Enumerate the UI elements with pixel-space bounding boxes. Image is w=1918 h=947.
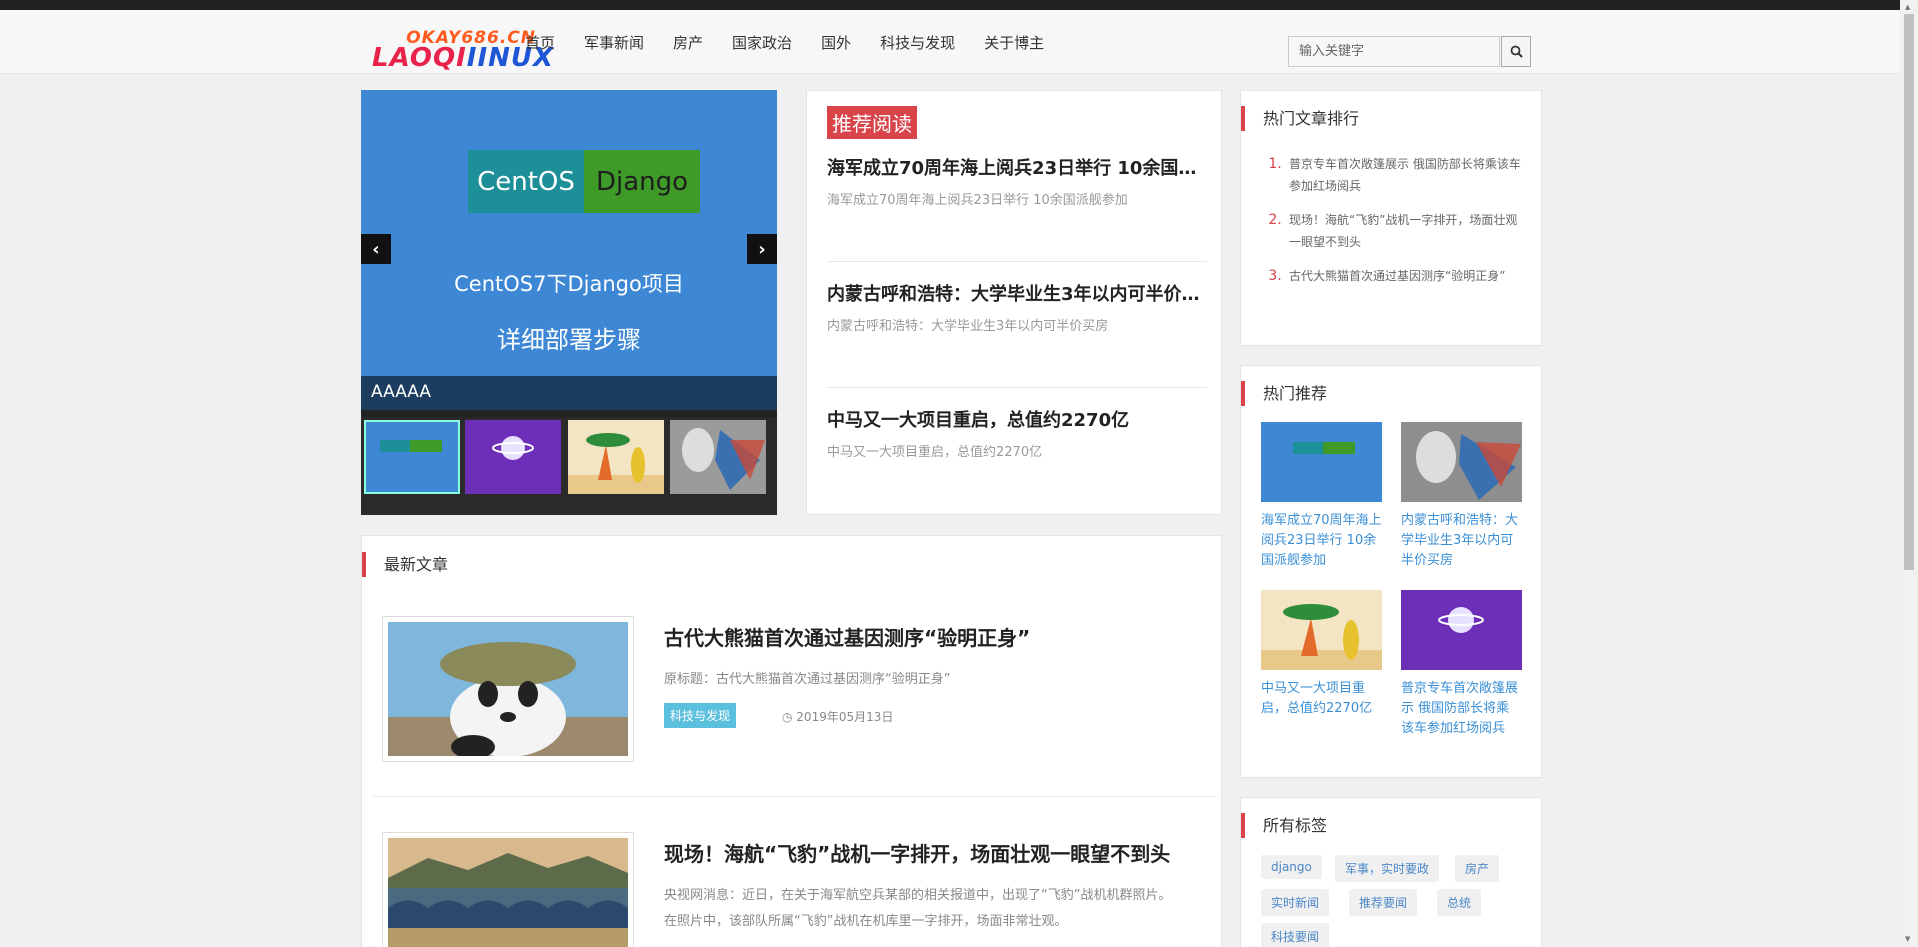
recommend-item-summary: 中马又一大项目重启，总值约2270亿 (827, 445, 1043, 460)
article-desc: 央视网消息：近日，在关于海军航空兵某部的相关报道中，出现了“飞豹”战机机群照片。… (664, 888, 1172, 929)
tag-link[interactable]: 总统 (1437, 889, 1482, 916)
recommend-item[interactable]: 海军成立70周年海上阅兵23日举行 10余国派舰参加 海军成立70周年海上阅兵2… (827, 154, 1207, 208)
search-icon (1510, 45, 1523, 58)
recommend-tag: 推荐阅读 (827, 106, 917, 139)
tag-link[interactable]: 军事，实时要政 (1335, 855, 1440, 882)
hotrec-caption[interactable]: 普京专车首次敞篷展示 俄国防部长将乘该车参加红场阅兵 (1401, 679, 1522, 739)
nav-home[interactable]: 首页 (525, 32, 555, 53)
article-thumbnail[interactable] (382, 616, 634, 762)
panda-image (388, 622, 628, 759)
nav-military[interactable]: 军事新闻 (584, 32, 644, 53)
search-button[interactable] (1501, 36, 1531, 67)
hotrec-image[interactable] (1261, 422, 1382, 502)
slider-thumb[interactable] (364, 420, 460, 494)
aircraft-hangar-image (388, 838, 628, 947)
recommend-item-summary: 海军成立70周年海上阅兵23日举行 10余国派舰参加 (827, 193, 1128, 208)
nav-about[interactable]: 关于博主 (984, 32, 1044, 53)
scrollbar-thumb[interactable] (1904, 14, 1914, 570)
tag-link[interactable]: django (1261, 855, 1322, 879)
article-desc: 原标题：古代大熊猫首次通过基因测序“验明正身” (664, 672, 951, 687)
hotrec-image[interactable] (1261, 590, 1382, 670)
article-title[interactable]: 古代大熊猫首次通过基因测序“验明正身” (664, 622, 1030, 651)
slide-django-box: Django (584, 150, 700, 213)
hotrec-caption[interactable]: 内蒙古呼和浩特：大学毕业生3年以内可半价买房 (1401, 511, 1522, 571)
slider-prev-button[interactable]: ‹ (361, 234, 391, 264)
hot-articles-panel: 热门文章排行 1. 普京专车首次敞篷展示 俄国防部长将乘该车参加红场阅兵 2. 现场… (1240, 90, 1542, 346)
tag-link[interactable]: 实时新闻 (1261, 889, 1330, 916)
recommend-item[interactable]: 内蒙古呼和浩特：大学毕业生3年以内可半价买房 内蒙古呼和浩特：大学毕业生3年以内… (827, 280, 1207, 334)
nav-realestate[interactable]: 房产 (673, 32, 703, 53)
hotrec-item[interactable]: 内蒙古呼和浩特：大学毕业生3年以内可半价买房 (1401, 422, 1522, 571)
hotrec-image[interactable] (1401, 422, 1522, 502)
hotrec-item[interactable]: 中马又一大项目重启，总值约2270亿 (1261, 590, 1382, 719)
chevron-right-icon: › (758, 238, 766, 260)
tag-link[interactable]: 推荐要闻 (1349, 889, 1418, 916)
hotrec-caption[interactable]: 海军成立70周年海上阅兵23日举行 10余国派舰参加 (1261, 511, 1382, 571)
latest-section-title: 最新文章 (362, 552, 448, 577)
article-title[interactable]: 现场！海航“飞豹”战机一字排开，场面壮观一眼望不到头 (664, 838, 1170, 867)
nav-foreign[interactable]: 国外 (821, 32, 851, 53)
slide-image[interactable]: CentOS Django CentOS7下Django项目 详细部署步骤 AA… (361, 90, 777, 410)
chevron-left-icon: ‹ (372, 238, 380, 260)
article-thumbnail[interactable] (382, 832, 634, 947)
top-dark-bar (0, 0, 1900, 10)
slide-caption: AAAAA (361, 376, 777, 410)
hotrec-item[interactable]: 海军成立70周年海上阅兵23日举行 10余国派舰参加 (1261, 422, 1382, 571)
clock-icon: ◷ (782, 710, 797, 724)
slider-thumb[interactable] (670, 420, 766, 494)
latest-articles-panel: 最新文章 古代大熊猫首次通过基因测序“验明正身” 原标题：古代大熊猫首次通过基因… (361, 535, 1222, 947)
slider-thumb[interactable] (568, 420, 664, 494)
recommend-item-title[interactable]: 内蒙古呼和浩特：大学毕业生3年以内可半价买房 (827, 280, 1207, 306)
recommend-panel: 推荐阅读 海军成立70周年海上阅兵23日举行 10余国派舰参加 海军成立70周年… (806, 90, 1222, 515)
slide-line2: 详细部署步骤 (497, 326, 641, 354)
hot-articles-list: 1. 普京专车首次敞篷展示 俄国防部长将乘该车参加红场阅兵 2. 现场！海航“飞豹”… (1261, 153, 1521, 299)
recommend-item[interactable]: 中马又一大项目重启，总值约2270亿 中马又一大项目重启，总值约2270亿 (827, 406, 1207, 460)
slide-line1: CentOS7下Django项目 (454, 272, 684, 296)
article-category-badge[interactable]: 科技与发现 (664, 703, 737, 728)
hot-article-item[interactable]: 1. 普京专车首次敞篷展示 俄国防部长将乘该车参加红场阅兵 (1261, 153, 1521, 197)
search-box (1288, 36, 1531, 67)
scroll-up-icon[interactable]: ▲ (1905, 3, 1910, 11)
divider (372, 796, 1217, 797)
hotrec-image[interactable] (1401, 590, 1522, 670)
search-input[interactable] (1288, 36, 1500, 67)
hotrec-item[interactable]: 普京专车首次敞篷展示 俄国防部长将乘该车参加红场阅兵 (1401, 590, 1522, 739)
hot-article-item[interactable]: 2. 现场！海航“飞豹”战机一字排开，场面壮观一眼望不到头 (1261, 209, 1521, 253)
nav-tech[interactable]: 科技与发现 (880, 32, 955, 53)
main-nav: 首页 军事新闻 房产 国家政治 国外 科技与发现 关于博主 (525, 32, 1073, 53)
site-logo[interactable]: OKAY686.CN LAOQIIINUX (370, 28, 553, 74)
tag-link[interactable]: 科技要闻 (1261, 923, 1330, 947)
vertical-scrollbar[interactable]: ▲ ▼ (1900, 0, 1918, 947)
divider (827, 387, 1207, 388)
site-header: OKAY686.CN LAOQIIINUX 首页 军事新闻 房产 国家政治 国外… (0, 10, 1900, 74)
recommend-item-title[interactable]: 海军成立70周年海上阅兵23日举行 10余国派舰参加 (827, 154, 1207, 180)
hot-section-title: 热门文章排行 (1241, 106, 1359, 131)
article-date: ◷ 2019年05月13日 (782, 710, 894, 724)
hotrec-section-title: 热门推荐 (1241, 381, 1327, 406)
recommend-item-title[interactable]: 中马又一大项目重启，总值约2270亿 (827, 406, 1207, 432)
hotrec-caption[interactable]: 中马又一大项目重启，总值约2270亿 (1261, 679, 1382, 719)
tags-section-title: 所有标签 (1241, 813, 1327, 838)
image-slider: CentOS Django CentOS7下Django项目 详细部署步骤 AA… (361, 90, 777, 515)
divider (827, 261, 1207, 262)
hot-recommend-panel: 热门推荐 海军成立70周年海上阅兵23日举行 10余国派舰参加 内蒙古呼和浩特：… (1240, 365, 1542, 778)
scroll-down-icon[interactable]: ▼ (1905, 935, 1910, 943)
slide-centos-box: CentOS (468, 150, 584, 213)
tags-panel: 所有标签 django 军事，实时要政 房产 实时新闻 推荐要闻 总统 科技要闻 (1240, 797, 1542, 947)
slider-next-button[interactable]: › (747, 234, 777, 264)
recommend-item-summary: 内蒙古呼和浩特：大学毕业生3年以内可半价买房 (827, 319, 1109, 334)
tag-link[interactable]: 房产 (1455, 855, 1500, 882)
slider-thumb[interactable] (465, 420, 561, 494)
nav-politics[interactable]: 国家政治 (732, 32, 792, 53)
hot-article-item[interactable]: 3. 古代大熊猫首次通过基因测序“验明正身” (1261, 265, 1521, 287)
